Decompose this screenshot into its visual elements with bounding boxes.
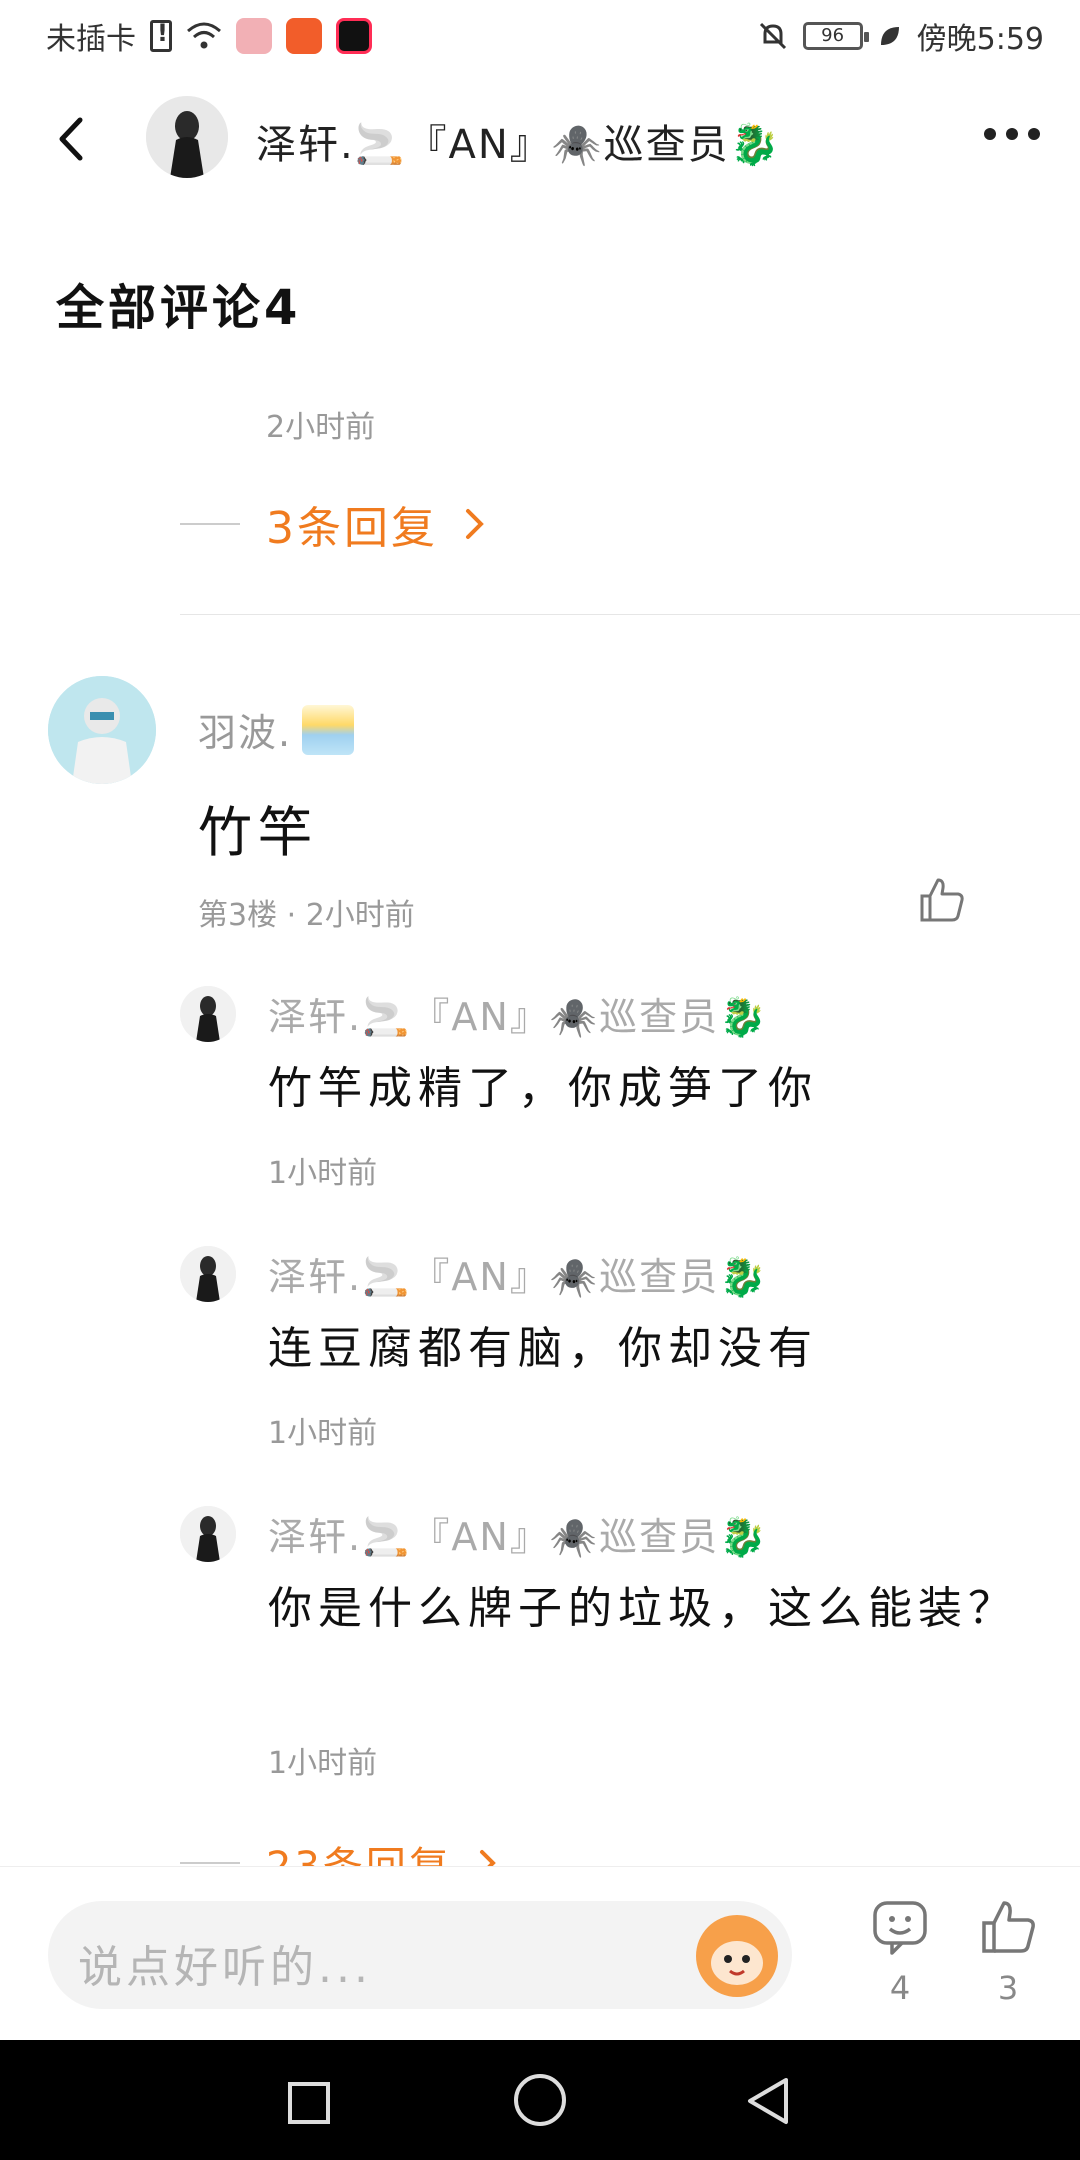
emoji-mascot-icon[interactable]: [696, 1915, 778, 1997]
kuaishou-app-icon: [286, 18, 322, 54]
thumbs-up-icon[interactable]: [916, 874, 968, 926]
carrier-label: 未插卡: [46, 22, 136, 57]
system-nav-bar: [0, 2040, 1080, 2160]
chevron-right-icon: [466, 509, 484, 539]
reply-username[interactable]: 泽轩.🚬『AN』🕷️巡查员🐉: [268, 986, 768, 1041]
sim-alert-icon: [150, 19, 172, 52]
previous-comment-time: 2小时前: [266, 410, 376, 445]
reply-avatar[interactable]: [180, 986, 236, 1042]
reply-text: 连豆腐都有脑，你却没有: [268, 1323, 818, 1374]
view-replies-label: 3条回复: [266, 503, 438, 554]
commenter-name[interactable]: 羽波.: [198, 702, 355, 757]
comment-input-placeholder: 说点好听的...: [78, 1942, 372, 1993]
comment-input[interactable]: 说点好听的...: [48, 1901, 792, 2009]
reply-text: 你是什么牌子的垃圾，这么能装？: [268, 1583, 1018, 1634]
back-arrow-icon[interactable]: [48, 114, 98, 164]
more-options-icon[interactable]: [984, 128, 1040, 140]
view-replies-link[interactable]: 3条回复: [180, 492, 486, 556]
mute-bell-icon: [759, 22, 786, 50]
reply-username[interactable]: 泽轩.🚬『AN』🕷️巡查员🐉: [268, 1246, 768, 1301]
thumbs-up-icon[interactable]: [978, 1897, 1038, 1957]
video-app-icon: [336, 18, 372, 54]
sunrise-icon: [302, 704, 355, 755]
reply-time: 1小时前: [268, 1746, 378, 1781]
comment-text: 竹竿: [198, 801, 318, 864]
page-title: 全部评论4: [56, 280, 302, 336]
clock: 傍晚5:59: [916, 22, 1044, 57]
author-name[interactable]: 泽轩.🚬『AN』🕷️巡查员🐉: [256, 112, 781, 170]
divider: [180, 614, 1080, 615]
reply-avatar[interactable]: [180, 1246, 236, 1302]
commenter-avatar[interactable]: [48, 676, 156, 784]
reply-item: 泽轩.🚬『AN』🕷️巡查员🐉 你是什么牌子的垃圾，这么能装？ 1小时前: [180, 1506, 1040, 1786]
comment-meta: 第3楼 · 2小时前: [198, 898, 415, 933]
recent-apps-button[interactable]: [288, 2082, 330, 2124]
comment-bubble-icon[interactable]: [870, 1897, 930, 1957]
reply-item: 泽轩.🚬『AN』🕷️巡查员🐉 连豆腐都有脑，你却没有 1小时前: [180, 1246, 1040, 1451]
status-bar: 未插卡 96 傍晚5:59: [0, 0, 1080, 74]
comment-count: 4: [889, 1969, 911, 2007]
battery-indicator: 96: [802, 22, 869, 50]
leaf-icon: [880, 27, 899, 45]
commenter-name-label: 羽波.: [198, 711, 293, 755]
reply-time: 1小时前: [268, 1416, 378, 1451]
home-button[interactable]: [514, 2074, 566, 2126]
comment-input-bar: 说点好听的... 4 3: [0, 1866, 1080, 2040]
top-header: 泽轩.🚬『AN』🕷️巡查员🐉: [0, 84, 1080, 196]
gift-app-icon: [236, 18, 272, 54]
system-back-icon[interactable]: [746, 2076, 790, 2126]
author-avatar[interactable]: [146, 96, 228, 178]
like-count: 3: [997, 1969, 1019, 2007]
wifi-icon: [187, 22, 221, 49]
reply-time: 1小时前: [268, 1156, 378, 1191]
reply-item: 泽轩.🚬『AN』🕷️巡查员🐉 竹竿成精了，你成笋了你 1小时前: [180, 986, 1040, 1191]
reply-username[interactable]: 泽轩.🚬『AN』🕷️巡查员🐉: [268, 1506, 768, 1561]
reply-avatar[interactable]: [180, 1506, 236, 1562]
reply-text: 竹竿成精了，你成笋了你: [268, 1063, 818, 1114]
